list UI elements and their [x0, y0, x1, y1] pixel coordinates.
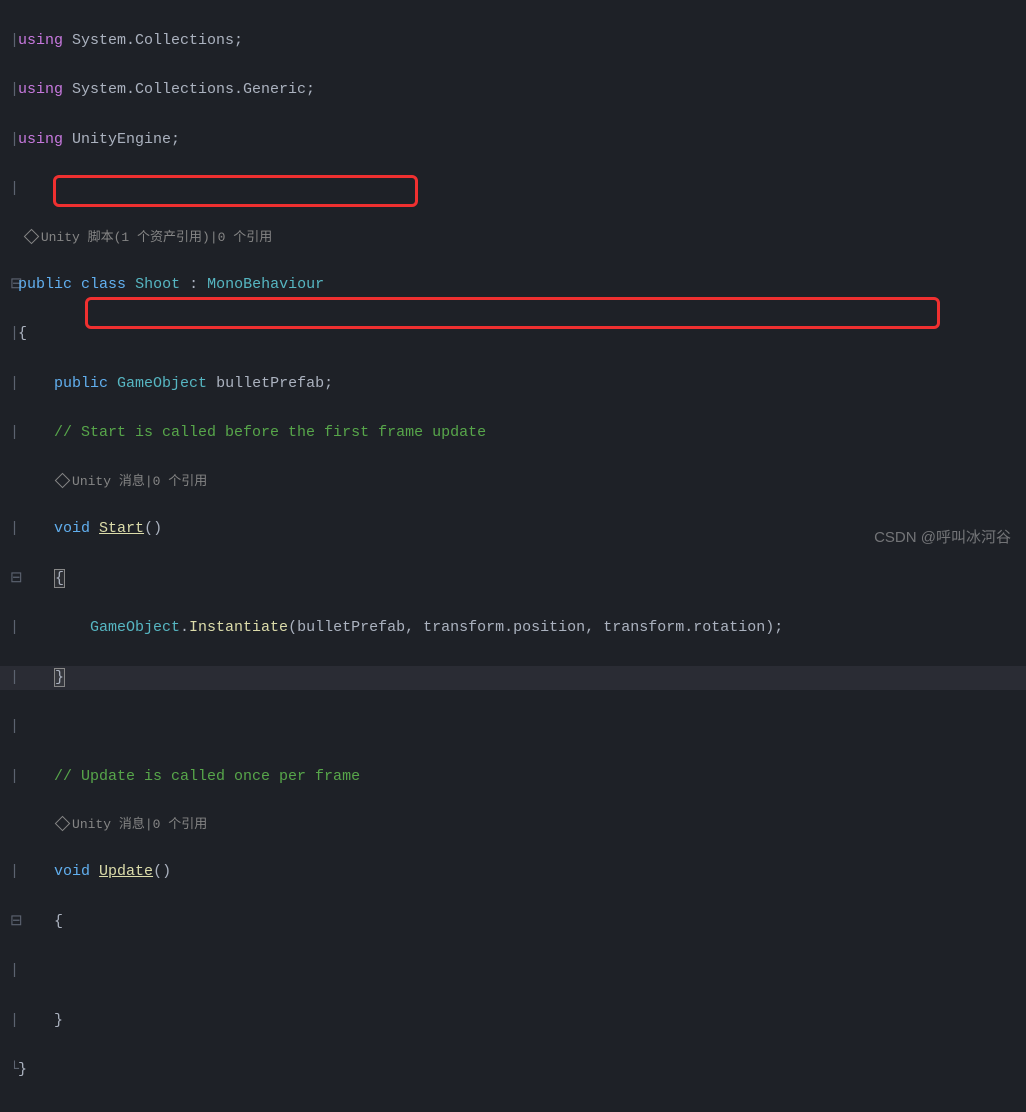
code-line[interactable]: | void Update() [0, 860, 1026, 885]
code-line[interactable]: | // Start is called before the first fr… [0, 421, 1026, 446]
code-line[interactable]: |using System.Collections; [0, 29, 1026, 54]
type: GameObject [90, 619, 180, 636]
parens: () [144, 520, 162, 537]
method-call: Instantiate [189, 619, 288, 636]
code-line[interactable]: |using UnityEngine; [0, 128, 1026, 153]
code-line[interactable]: ⊟ { [0, 910, 1026, 935]
keyword-void: void [54, 863, 90, 880]
property: position [513, 619, 585, 636]
brace: } [54, 1012, 63, 1029]
keyword-public: public [54, 375, 108, 392]
dot: . [684, 619, 693, 636]
argument: bulletPrefab [297, 619, 405, 636]
code-line-active[interactable]: | } [0, 666, 1026, 691]
field-name: bulletPrefab; [207, 375, 333, 392]
keyword-public: public [18, 276, 72, 293]
brace: { [18, 325, 27, 342]
brace: } [54, 668, 65, 687]
code-line[interactable]: | GameObject.Instantiate(bulletPrefab, t… [0, 616, 1026, 641]
argument: transform [423, 619, 504, 636]
argument: transform [603, 619, 684, 636]
code-line[interactable]: |{ [0, 322, 1026, 347]
keyword-using: using [18, 131, 63, 148]
base-class: MonoBehaviour [207, 276, 324, 293]
dot: . [504, 619, 513, 636]
blank-line[interactable]: | [0, 959, 1026, 984]
keyword-using: using [18, 81, 63, 98]
code-line[interactable]: | void Start() [0, 517, 1026, 542]
code-line[interactable]: └} [0, 1058, 1026, 1083]
codelens-text: Unity 脚本(1 个资产引用)|0 个引用 [41, 230, 272, 245]
codelens[interactable]: Unity 脚本(1 个资产引用)|0 个引用 [0, 227, 1026, 248]
code-line[interactable]: ⊟ { [0, 567, 1026, 592]
codelens[interactable]: Unity 消息|0 个引用 [0, 814, 1026, 835]
dot: . [180, 619, 189, 636]
property: rotation [693, 619, 765, 636]
code-line[interactable]: ⊟public class Shoot : MonoBehaviour [0, 273, 1026, 298]
unity-icon [55, 473, 71, 489]
class-name: Shoot [135, 276, 180, 293]
code-line[interactable]: | } [0, 1009, 1026, 1034]
unity-icon [55, 816, 71, 832]
comment: // Start is called before the first fram… [54, 424, 486, 441]
brace: { [54, 913, 63, 930]
code-editor[interactable]: |using System.Collections; |using System… [0, 0, 1026, 1112]
unity-icon [24, 229, 40, 245]
blank-line[interactable]: | [0, 177, 1026, 202]
code-line[interactable]: |using System.Collections.Generic; [0, 78, 1026, 103]
blank-line[interactable]: | [0, 715, 1026, 740]
namespace: System.Collections.Generic; [63, 81, 315, 98]
keyword-class: class [81, 276, 126, 293]
namespace: UnityEngine; [63, 131, 180, 148]
comma: , [585, 619, 603, 636]
brace: { [54, 569, 65, 588]
method-name: Update [99, 863, 153, 880]
code-line[interactable]: | // Update is called once per frame [0, 765, 1026, 790]
paren-close: ); [765, 619, 783, 636]
colon: : [180, 276, 207, 293]
code-line[interactable]: | public GameObject bulletPrefab; [0, 372, 1026, 397]
comma: , [405, 619, 423, 636]
type: GameObject [117, 375, 207, 392]
codelens[interactable]: Unity 消息|0 个引用 [0, 471, 1026, 492]
watermark: CSDN @呼叫冰河谷 [874, 526, 1011, 551]
codelens-text: Unity 消息|0 个引用 [72, 474, 207, 489]
parens: () [153, 863, 171, 880]
keyword-void: void [54, 520, 90, 537]
paren-open: ( [288, 619, 297, 636]
brace: } [18, 1061, 27, 1078]
method-name: Start [99, 520, 144, 537]
keyword-using: using [18, 32, 63, 49]
comment: // Update is called once per frame [54, 768, 360, 785]
codelens-text: Unity 消息|0 个引用 [72, 817, 207, 832]
namespace: System.Collections; [63, 32, 243, 49]
